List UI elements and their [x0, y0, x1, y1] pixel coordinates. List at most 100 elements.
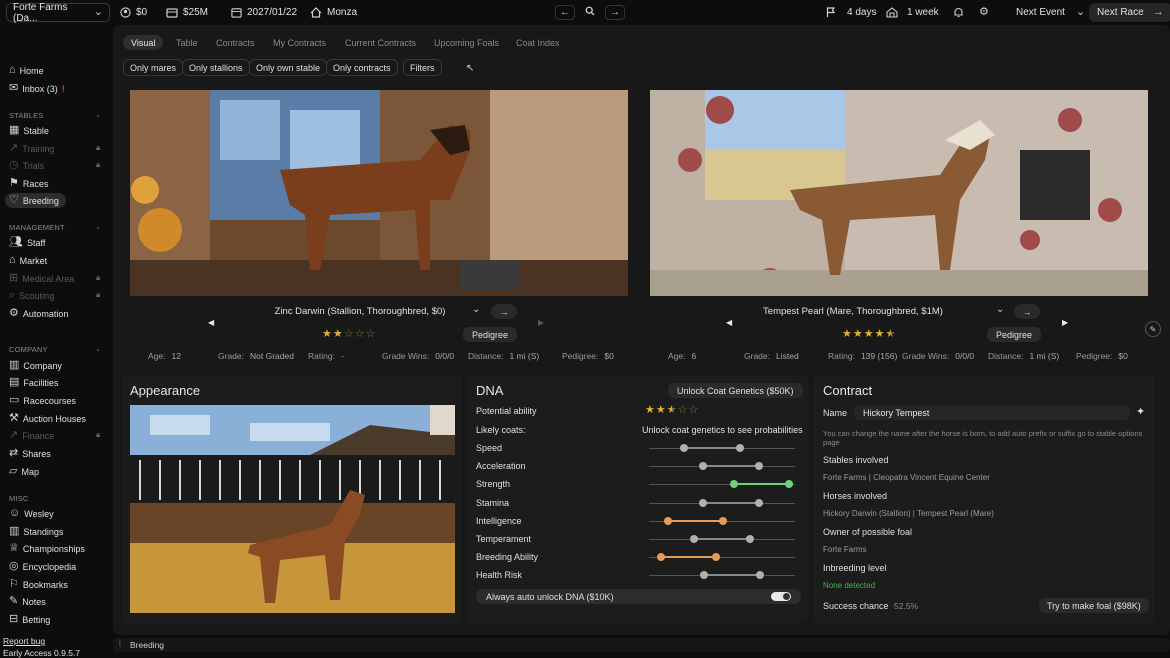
- dam-pedigree-button[interactable]: Pedigree: [987, 327, 1042, 342]
- notifications-button[interactable]: [953, 0, 964, 25]
- sidebar-item-automation[interactable]: ⚙ Automation: [9, 308, 68, 319]
- filter-only-stallions[interactable]: Only stallions: [182, 59, 250, 76]
- sidebar-item-training: ↗ Training: [9, 143, 54, 154]
- sire-prev-icon[interactable]: ◀: [208, 318, 214, 327]
- auto-unlock-dna-toggle-row[interactable]: Always auto unlock DNA ($10K): [476, 589, 801, 604]
- top-bar: Forte Farms (Da... ⌄ $0 $25M 2027/01/22 …: [0, 0, 1170, 25]
- sidebar-item-bookmarks[interactable]: ⚐ Bookmarks: [9, 579, 68, 590]
- bookmark-icon: ⚐: [9, 578, 19, 590]
- trait-label: Acceleration: [476, 461, 526, 472]
- tab-visual[interactable]: Visual: [123, 35, 164, 50]
- sidebar-item-races[interactable]: ⚑ Races: [9, 178, 48, 189]
- auto-unlock-toggle[interactable]: [771, 592, 791, 601]
- sparkle-icon[interactable]: ✦: [1136, 405, 1145, 418]
- chevron-down-icon[interactable]: ⌄: [95, 345, 101, 353]
- settings-button[interactable]: ⚙: [979, 0, 989, 25]
- sire-play-icon[interactable]: ▶: [538, 318, 544, 327]
- medical-icon: ⊞: [9, 272, 19, 284]
- filter-only-contracts[interactable]: Only contracts: [326, 59, 398, 76]
- tab-my-contracts[interactable]: My Contracts: [273, 35, 326, 50]
- sire-distance: Distance: 1 mi (S): [468, 351, 539, 361]
- name-label: Name: [823, 408, 848, 418]
- sidebar-item-notes[interactable]: ✎ Notes: [9, 596, 46, 607]
- sidebar-item-betting[interactable]: ⊟ Betting: [9, 614, 50, 625]
- stat-label: Age:: [668, 351, 686, 361]
- sidebar-item-facilities[interactable]: ▤ Facilities: [9, 377, 58, 388]
- filters-button[interactable]: Filters: [403, 59, 442, 76]
- section-company: COMPANY: [9, 345, 48, 354]
- dam-pedigree-value: Pedigree: $0: [1076, 351, 1128, 361]
- dam-play-icon[interactable]: ▶: [1062, 318, 1068, 327]
- foal-name-input[interactable]: Hickory Tempest: [854, 405, 1130, 420]
- dam-dropdown-chevron-icon[interactable]: ⌄: [996, 304, 1004, 315]
- farm-select[interactable]: Forte Farms (Da... ⌄: [6, 1, 110, 24]
- unlock-coat-genetics-button[interactable]: Unlock Coat Genetics ($50K): [668, 383, 803, 398]
- section-stables: STABLES: [9, 111, 44, 120]
- location-display[interactable]: Monza: [310, 0, 357, 25]
- sidebar-item-home[interactable]: ⌂ Home: [9, 65, 44, 76]
- dam-prev-icon[interactable]: ◀: [726, 318, 732, 327]
- tab-contracts[interactable]: Contracts: [216, 35, 255, 50]
- trait-label: Strength: [476, 479, 511, 490]
- farm-name: Forte Farms (Da...: [13, 1, 68, 24]
- dna-title: DNA: [476, 383, 504, 398]
- sidebar-item-label: Facilities: [23, 377, 59, 388]
- sidebar-item-staff[interactable]: 👥︎ Staff: [9, 237, 45, 248]
- trait-range: [660, 556, 717, 559]
- stable-timer[interactable]: 1 week: [886, 0, 939, 25]
- inbreeding-label: Inbreeding level: [823, 563, 887, 573]
- stables-involved-value: Forte Farms | Cleopatra Vincent Equine C…: [823, 473, 990, 482]
- map-icon: ▱: [9, 465, 18, 477]
- sidebar-item-encyclopedia[interactable]: ◎ Encyclopedia: [9, 561, 76, 572]
- date-display[interactable]: 2027/01/22: [231, 0, 297, 25]
- sidebar-item-map[interactable]: ▱ Map: [9, 466, 39, 477]
- sidebar-item-auction-houses[interactable]: ⚒ Auction Houses: [9, 413, 86, 424]
- podium-icon: ▥: [9, 525, 20, 537]
- chevron-down-icon[interactable]: ⌄: [95, 223, 101, 231]
- filter-only-own-stable[interactable]: Only own stable: [249, 59, 328, 76]
- sidebar-item-market[interactable]: ⌂ Market: [9, 255, 47, 266]
- tab-coat-index[interactable]: Coat Index: [516, 35, 560, 50]
- sire-dropdown-chevron-icon[interactable]: ⌄: [472, 304, 480, 315]
- sire-rating: Rating: -: [308, 351, 344, 361]
- trait-label: Intelligence: [476, 515, 522, 526]
- sidebar-item-racecourses[interactable]: ▭ Racecourses: [9, 395, 76, 406]
- forward-button[interactable]: →: [605, 5, 625, 20]
- back-button[interactable]: ←: [555, 5, 575, 20]
- sidebar-item-stable[interactable]: ▦ Stable: [9, 125, 49, 136]
- sidebar-item-wesley[interactable]: ☺ Wesley: [9, 508, 54, 519]
- filter-only-mares[interactable]: Only mares: [123, 59, 184, 76]
- report-bug-link[interactable]: Report bug: [3, 636, 45, 646]
- chevron-down-icon[interactable]: ⌄: [95, 111, 101, 119]
- gavel-icon: ⚒: [9, 412, 19, 424]
- tab-upcoming-foals[interactable]: Upcoming Foals: [434, 35, 499, 50]
- tab-current-contracts[interactable]: Current Contracts: [345, 35, 416, 50]
- sire-next-button[interactable]: →: [491, 304, 517, 319]
- tab-table[interactable]: Table: [176, 35, 198, 50]
- star-empty-icon: ☆: [688, 404, 699, 416]
- sidebar-item-label: Racecourses: [23, 395, 76, 406]
- users-icon: 👥︎: [9, 236, 23, 248]
- sire-pedigree-button[interactable]: Pedigree: [463, 327, 518, 342]
- potential-ability-stars: ★ ★ ★ ☆ ☆: [645, 405, 698, 416]
- auto-unlock-dna-label: Always auto unlock DNA ($10K): [486, 591, 614, 602]
- sidebar-item-championships[interactable]: ♕ Championships: [9, 543, 85, 554]
- stat-label: Rating:: [308, 351, 335, 361]
- next-race-button[interactable]: Next Race →: [1089, 3, 1170, 22]
- stat-value: 1 mi (S): [509, 351, 540, 361]
- next-event-button[interactable]: Next Event ⌄: [1016, 0, 1085, 25]
- edit-icon[interactable]: ✎: [1145, 321, 1161, 337]
- sidebar-item-label: Notes: [22, 596, 46, 607]
- barn-icon: [886, 7, 898, 18]
- sidebar-item-breeding[interactable]: ♡ Breeding: [5, 193, 66, 208]
- dam-next-button[interactable]: →: [1014, 304, 1040, 319]
- sidebar-item-standings[interactable]: ▥ Standings: [9, 526, 63, 537]
- sidebar-item-shares[interactable]: ⇄ Shares: [9, 448, 51, 459]
- sidebar-item-company[interactable]: ▥ Company: [9, 360, 62, 371]
- event-countdown[interactable]: 4 days: [826, 0, 876, 25]
- sidebar-item-inbox[interactable]: ✉ Inbox (3)!: [9, 83, 65, 94]
- try-make-foal-button[interactable]: Try to make foal ($98K): [1039, 598, 1149, 613]
- search-button[interactable]: [580, 5, 600, 20]
- trait-knob: [754, 498, 763, 507]
- inbox-icon: ✉: [9, 82, 19, 94]
